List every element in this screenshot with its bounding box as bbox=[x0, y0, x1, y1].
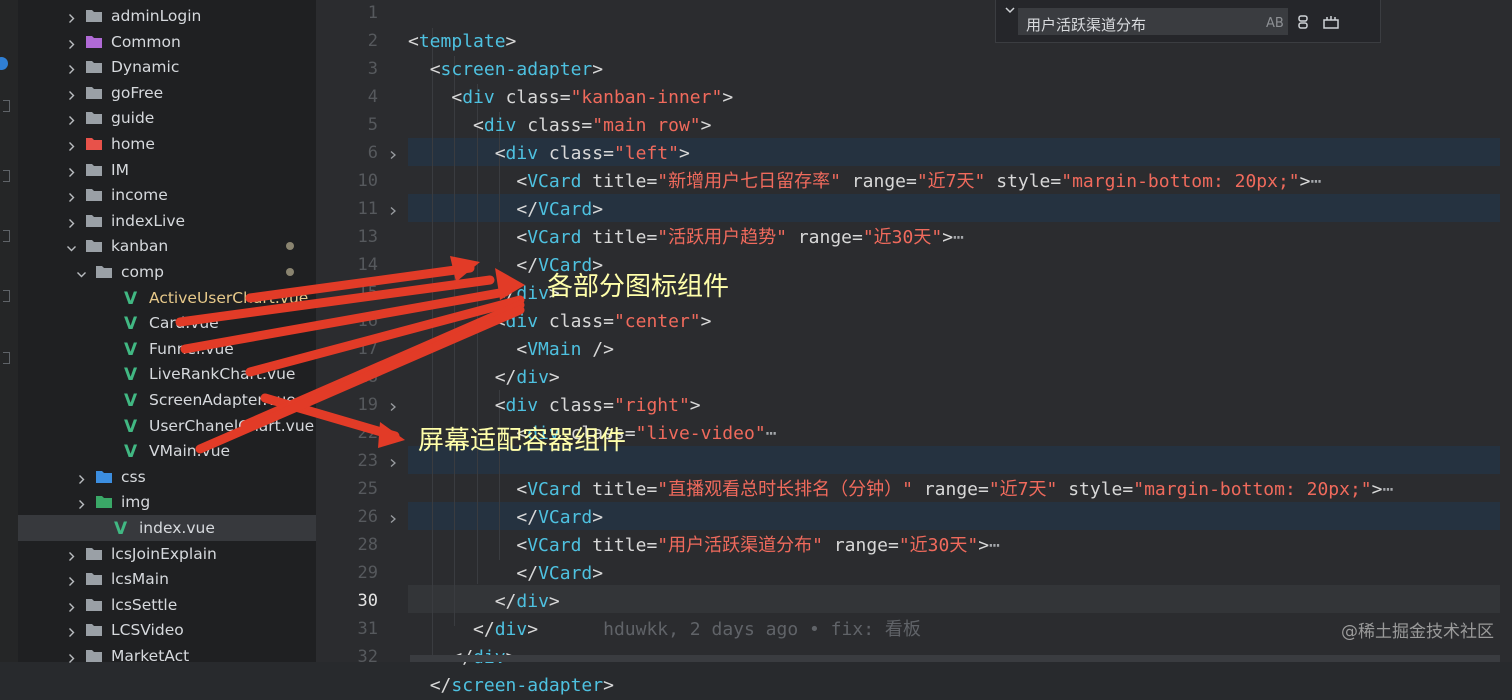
annotation-screen-adapter: 屏幕适配容器组件 bbox=[418, 426, 627, 456]
arrowhead bbox=[495, 268, 525, 300]
annotation-arrows bbox=[175, 256, 525, 454]
annotation-components: 各部分图标组件 bbox=[547, 272, 730, 302]
watermark: @稀土掘金技术社区 bbox=[1341, 622, 1494, 642]
arrowhead bbox=[378, 422, 405, 448]
code-line-32: </screen-adapter> bbox=[429, 675, 614, 696]
